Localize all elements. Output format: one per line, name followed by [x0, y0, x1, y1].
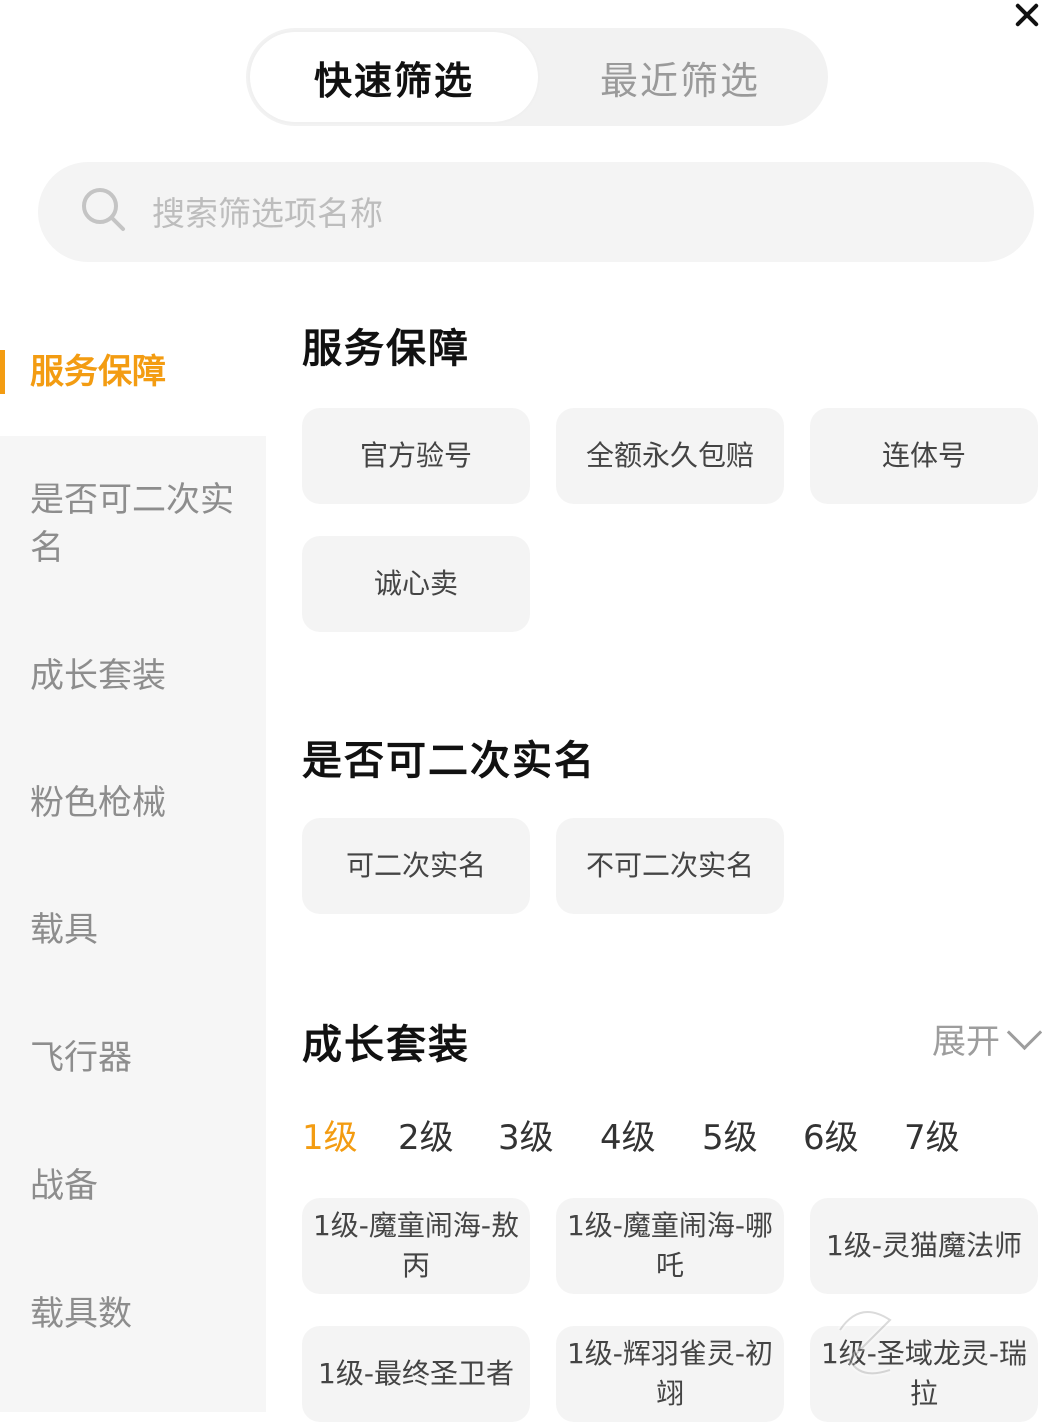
section-title-service: 服务保障: [302, 326, 470, 372]
level-tab-6[interactable]: 6级: [803, 1110, 859, 1159]
level-tab-2[interactable]: 2级: [398, 1110, 454, 1159]
sidebar-item-aircraft[interactable]: 飞行器: [30, 1034, 245, 1082]
expand-label: 展开: [932, 1022, 1000, 1062]
sidebar-item-pink-guns[interactable]: 粉色枪械: [30, 779, 245, 827]
level-tab-5[interactable]: 5级: [702, 1110, 758, 1159]
sidebar-item-vehicle-count[interactable]: 载具数: [30, 1290, 245, 1338]
section-title-realname: 是否可二次实名: [302, 738, 596, 784]
option-chip[interactable]: 1级-辉羽雀灵-初翊: [556, 1326, 784, 1422]
option-chip[interactable]: 1级-魔童闹海-敖丙: [302, 1198, 530, 1294]
watermark-logo: [837, 1309, 895, 1377]
sidebar-item-service[interactable]: 服务保障: [30, 348, 245, 396]
option-chip[interactable]: 全额永久包赔: [556, 408, 784, 504]
option-chip[interactable]: 可二次实名: [302, 818, 530, 914]
level-tab-1[interactable]: 1级: [302, 1110, 358, 1159]
level-tab-4[interactable]: 4级: [600, 1110, 656, 1159]
search-icon: [82, 188, 125, 231]
level-tab-3[interactable]: 3级: [498, 1110, 554, 1159]
search-input[interactable]: [150, 186, 754, 240]
option-chip[interactable]: 1级-魔童闹海-哪吒: [556, 1198, 784, 1294]
tab-quick-filter[interactable]: 快速筛选: [250, 32, 538, 122]
sidebar-item-equipment[interactable]: 战备: [30, 1162, 245, 1210]
close-button[interactable]: [1008, 0, 1042, 34]
option-chip[interactable]: 连体号: [810, 408, 1038, 504]
sidebar-item-growth-suit[interactable]: 成长套装: [30, 652, 245, 700]
sidebar-item-vehicle[interactable]: 载具: [30, 906, 245, 954]
option-chip[interactable]: 1级-最终圣卫者: [302, 1326, 530, 1422]
level-tab-7[interactable]: 7级: [904, 1110, 960, 1159]
chevron-down-icon: [1006, 1014, 1042, 1051]
sidebar-active-indicator: [0, 350, 5, 394]
option-chip[interactable]: 官方验号: [302, 408, 530, 504]
option-chip[interactable]: 诚心卖: [302, 536, 530, 632]
sidebar-item-realname[interactable]: 是否可二次实名: [30, 476, 245, 572]
filter-mode-tabs: 快速筛选 最近筛选: [246, 28, 828, 126]
option-chip[interactable]: 不可二次实名: [556, 818, 784, 914]
section-title-growth-suit: 成长套装: [302, 1022, 470, 1068]
expand-toggle[interactable]: 展开: [932, 1014, 1042, 1063]
option-chip[interactable]: 1级-灵猫魔法师: [810, 1198, 1038, 1294]
tab-recent-filter[interactable]: 最近筛选: [536, 32, 824, 122]
